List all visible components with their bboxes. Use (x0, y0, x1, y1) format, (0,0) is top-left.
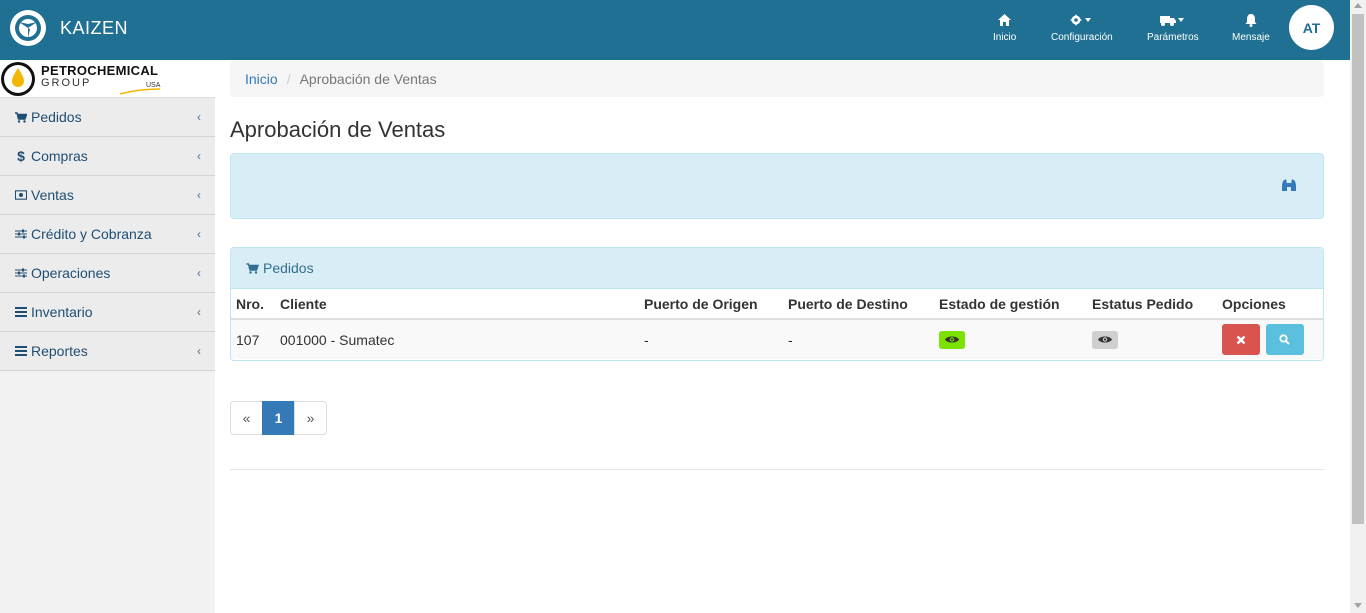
sidebar-item-inventario[interactable]: Inventario ‹ (0, 293, 215, 332)
pagination-page-1[interactable]: 1 (262, 401, 295, 435)
chevron-left-icon: ‹ (197, 110, 201, 124)
column-header: Puerto de Destino (783, 289, 934, 320)
bell-icon (1232, 12, 1270, 28)
table-header-row: Nro. Cliente Puerto de Origen Puerto de … (231, 289, 1323, 320)
app-name: KAIZEN (60, 17, 129, 38)
logo-line2: GROUP (41, 77, 92, 89)
search-panel (230, 153, 1324, 219)
breadcrumb-current: Aprobación de Ventas (299, 71, 437, 87)
sidebar-item-compras[interactable]: $ Compras ‹ (0, 137, 215, 176)
nav-label: Parámetros (1147, 32, 1199, 43)
logo-line3: USA (146, 82, 161, 89)
sidebar: PETROCHEMICAL GROUP USA Pedidos ‹ $ Comp… (0, 60, 215, 613)
cell-estado-gestion (934, 319, 1087, 359)
column-header: Puerto de Origen (639, 289, 783, 320)
cart-icon (246, 262, 259, 274)
breadcrumb-separator: / (286, 71, 291, 87)
sidebar-item-label: Inventario (31, 304, 93, 320)
view-management-status-button[interactable] (939, 330, 965, 349)
sidebar-item-label: Crédito y Cobranza (31, 226, 152, 242)
cell-opciones (1217, 319, 1323, 359)
sidebar-item-pedidos[interactable]: Pedidos ‹ (0, 98, 215, 137)
sidebar-item-ventas[interactable]: Ventas ‹ (0, 176, 215, 215)
orders-panel: Pedidos Nro. Cliente Puerto de Origen Pu… (230, 247, 1324, 361)
brand[interactable]: KAIZEN (10, 10, 128, 46)
delete-button[interactable] (1222, 324, 1260, 355)
sidebar-item-label: Operaciones (31, 265, 111, 281)
chevron-left-icon: ‹ (197, 149, 201, 163)
truck-icon (1147, 12, 1199, 28)
view-detail-button[interactable] (1265, 324, 1304, 355)
column-header: Opciones (1217, 289, 1323, 320)
table-row: 107 001000 - Sumatec - - (231, 319, 1323, 359)
list-icon (15, 306, 27, 318)
cell-cliente: 001000 - Sumatec (275, 319, 639, 359)
pagination: « 1 » (230, 401, 327, 435)
nav-configuracion[interactable]: Configuración (1051, 12, 1113, 43)
sidebar-item-label: Compras (31, 148, 88, 164)
eye-icon (1098, 336, 1112, 343)
divider (230, 469, 1324, 470)
orders-panel-title: Pedidos (263, 260, 314, 276)
nav-label: Configuración (1051, 32, 1113, 43)
cell-estatus-pedido (1087, 319, 1217, 359)
nav-mensaje[interactable]: Mensaje (1232, 12, 1270, 43)
kaizen-logo-icon (10, 10, 46, 46)
chevron-left-icon: ‹ (197, 227, 201, 241)
gear-icon (1051, 12, 1113, 28)
sidebar-item-reportes[interactable]: Reportes ‹ (0, 332, 215, 371)
scroll-thumb[interactable] (1352, 14, 1364, 524)
cart-icon (15, 111, 27, 123)
binoculars-icon[interactable] (1281, 178, 1297, 197)
sliders-icon (15, 267, 27, 279)
user-avatar[interactable]: AT (1289, 5, 1334, 50)
sliders-icon (15, 228, 27, 240)
column-header: Estado de gestión (934, 289, 1087, 320)
chevron-left-icon: ‹ (197, 266, 201, 280)
nav-label: Inicio (993, 32, 1017, 43)
orders-panel-header: Pedidos (231, 248, 1323, 289)
chevron-left-icon: ‹ (197, 344, 201, 358)
close-icon (1236, 335, 1246, 344)
breadcrumb: Inicio / Aprobación de Ventas (230, 61, 1324, 97)
dollar-icon: $ (17, 148, 25, 164)
cell-origen: - (639, 319, 783, 359)
column-header: Estatus Pedido (1087, 289, 1217, 320)
sidebar-item-operaciones[interactable]: Operaciones ‹ (0, 254, 215, 293)
sidebar-item-label: Reportes (31, 343, 88, 359)
logo-line1: PETROCHEMICAL (41, 63, 159, 78)
money-icon (15, 189, 27, 201)
eye-icon (945, 336, 959, 343)
cell-destino: - (783, 319, 934, 359)
pagination-next[interactable]: » (294, 401, 327, 435)
sidebar-item-credito-cobranza[interactable]: Crédito y Cobranza ‹ (0, 215, 215, 254)
nav-parametros[interactable]: Parámetros (1147, 12, 1199, 43)
view-order-status-button[interactable] (1092, 330, 1118, 349)
chevron-left-icon: ‹ (197, 305, 201, 319)
scroll-up-icon[interactable] (1354, 3, 1362, 8)
top-navbar: KAIZEN Inicio Configuración Parámetros M… (0, 0, 1350, 60)
orders-table: Nro. Cliente Puerto de Origen Puerto de … (231, 289, 1323, 359)
search-icon (1279, 334, 1291, 345)
nav-label: Mensaje (1232, 32, 1270, 43)
company-logo: PETROCHEMICAL GROUP USA (0, 60, 215, 98)
page-title: Aprobación de Ventas (230, 117, 446, 142)
chevron-left-icon: ‹ (197, 188, 201, 202)
column-header: Nro. (231, 289, 275, 320)
sidebar-item-label: Ventas (31, 187, 74, 203)
nav-inicio[interactable]: Inicio (993, 12, 1016, 43)
column-header: Cliente (275, 289, 639, 320)
list-icon (15, 345, 27, 357)
sidebar-item-label: Pedidos (31, 109, 82, 125)
home-icon (993, 12, 1016, 28)
breadcrumb-home-link[interactable]: Inicio (245, 71, 278, 87)
scroll-down-icon[interactable] (1354, 603, 1362, 608)
cell-nro: 107 (231, 319, 275, 359)
pagination-prev[interactable]: « (230, 401, 263, 435)
vertical-scrollbar[interactable] (1350, 0, 1366, 613)
